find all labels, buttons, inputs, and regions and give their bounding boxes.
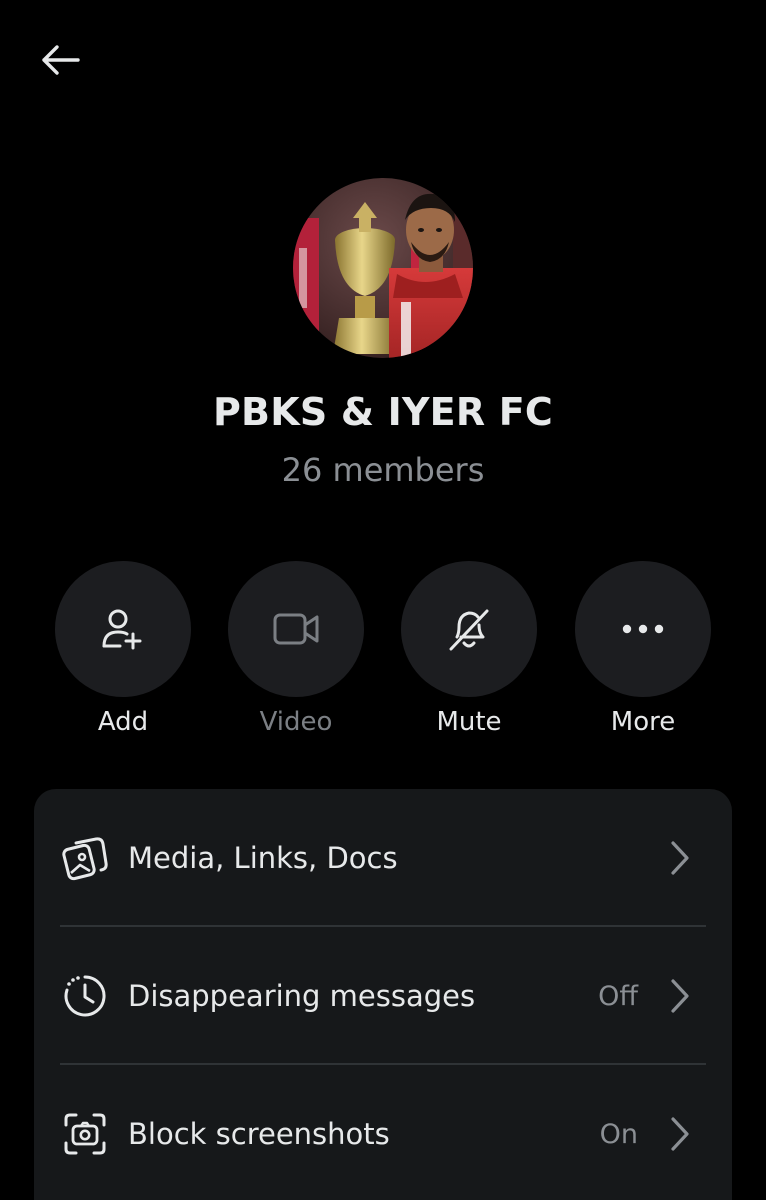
chevron-right-icon [666, 838, 694, 878]
arrow-left-icon [42, 45, 80, 75]
group-info-screen: PBKS & IYER FC 26 members Add Video Mute… [0, 0, 766, 1200]
group-avatar-image [293, 178, 473, 358]
chevron-right-icon [666, 976, 694, 1016]
disappearing-messages-row[interactable]: Disappearing messages Off [34, 927, 732, 1065]
disappearing-messages-value: Off [598, 980, 638, 1012]
disappearing-messages-label: Disappearing messages [128, 979, 476, 1013]
more-label: More [610, 707, 676, 737]
block-screenshots-label: Block screenshots [128, 1117, 390, 1151]
media-gallery-icon [62, 835, 108, 881]
video-camera-icon [273, 613, 319, 645]
back-button[interactable] [36, 36, 84, 84]
add-label: Add [97, 707, 149, 737]
media-links-docs-row[interactable]: Media, Links, Docs [34, 789, 732, 927]
more-dots-icon [622, 624, 664, 634]
screenshot-icon [62, 1111, 108, 1157]
chevron-right-icon [666, 1114, 694, 1154]
timer-icon [62, 973, 108, 1019]
member-count[interactable]: 26 members [0, 451, 766, 489]
mute-label: Mute [436, 707, 502, 737]
video-label: Video [259, 707, 333, 737]
settings-card: Media, Links, Docs Disappearing messages [34, 789, 732, 1200]
video-button-circle[interactable] [228, 561, 364, 697]
group-avatar[interactable] [293, 178, 473, 358]
add-button[interactable]: Add [53, 561, 193, 737]
group-name: PBKS & IYER FC [213, 390, 553, 434]
video-button[interactable]: Video [226, 561, 366, 737]
add-person-icon [102, 609, 142, 650]
action-buttons: Add Video Mute More [0, 561, 766, 751]
bell-off-icon [449, 609, 489, 651]
mute-button[interactable]: Mute [399, 561, 539, 737]
mute-button-circle[interactable] [401, 561, 537, 697]
add-button-circle[interactable] [55, 561, 191, 697]
media-links-docs-label: Media, Links, Docs [128, 841, 398, 875]
more-button[interactable]: More [573, 561, 713, 737]
block-screenshots-value: On [599, 1118, 638, 1150]
more-button-circle[interactable] [575, 561, 711, 697]
block-screenshots-row[interactable]: Block screenshots On [34, 1065, 732, 1200]
